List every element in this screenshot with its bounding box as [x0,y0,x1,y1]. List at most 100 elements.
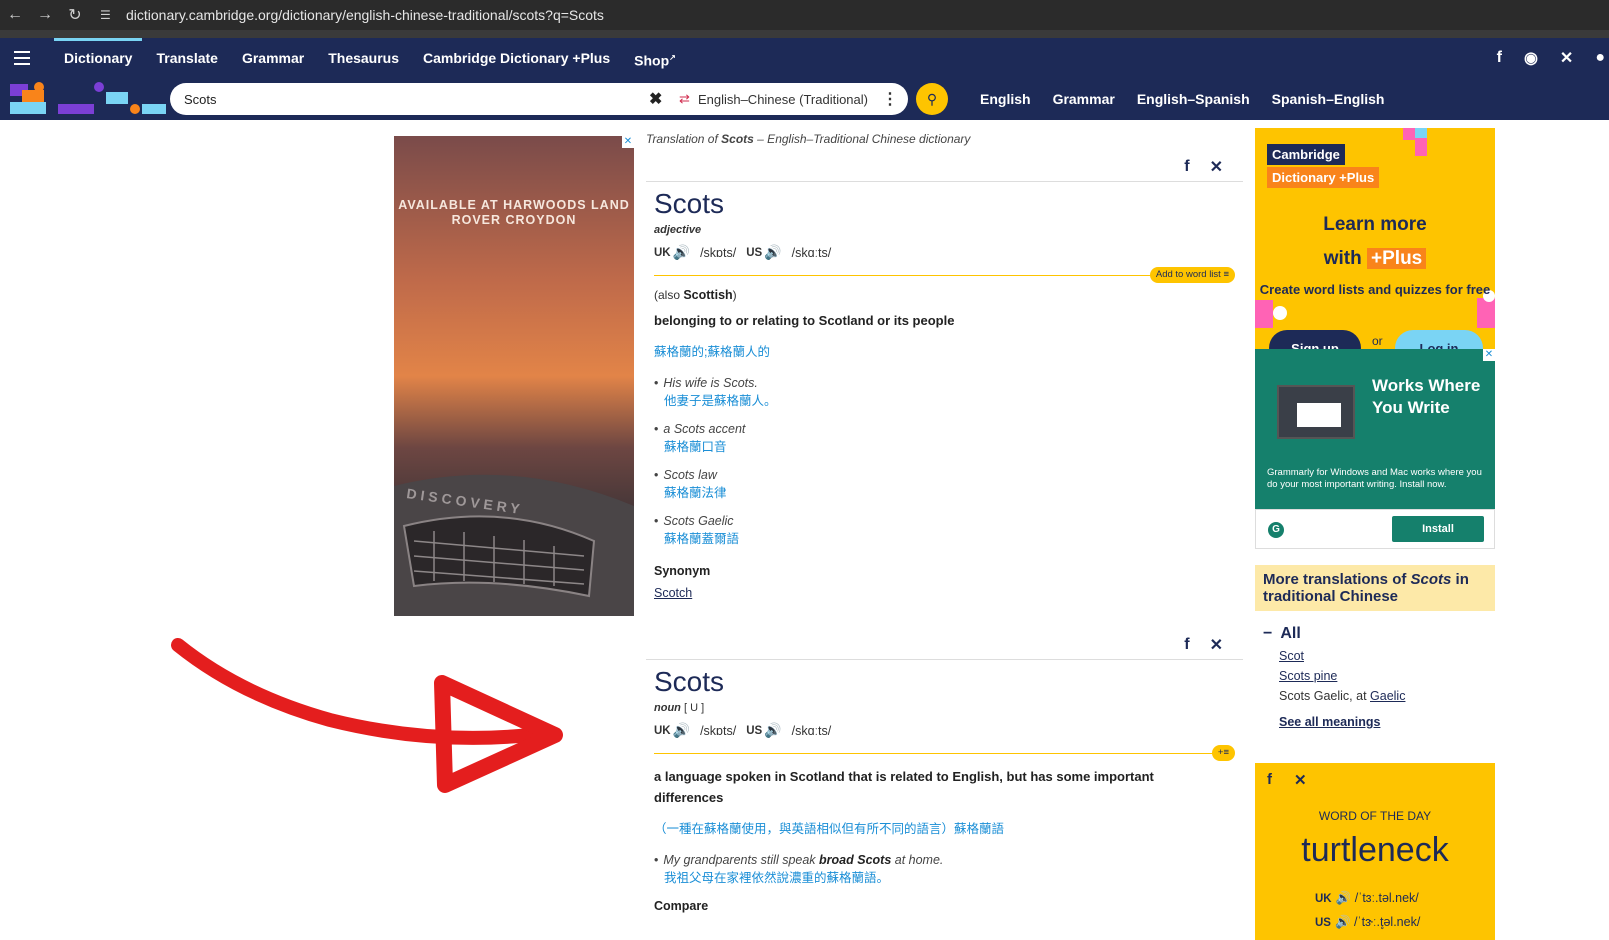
x-share-icon[interactable]: ✕ [1210,635,1223,655]
url-text[interactable]: dictionary.cambridge.org/dictionary/engl… [126,7,604,23]
grammarly-advertisement[interactable]: ✕ Works Where You Write Grammarly for Wi… [1255,349,1495,509]
also-word: Scottish [683,288,733,302]
uk-ipa: /skɒts/ [700,723,737,738]
uk-label: UK [654,724,671,737]
language-swap-icon: ⇄ [679,91,690,106]
definition: a language spoken in Scotland that is re… [654,769,1154,805]
x-share-icon[interactable]: ✕ [1210,157,1223,177]
quick-link-english-spanish[interactable]: English–Spanish [1137,91,1250,107]
quick-link-spanish-english[interactable]: Spanish–English [1272,91,1385,107]
nav-dictionary-plus[interactable]: Cambridge Dictionary +Plus [411,38,622,78]
more-options-icon[interactable]: ⋮ [882,89,898,109]
plus-title-with: with [1323,248,1368,269]
reload-icon[interactable]: ↻ [60,5,90,25]
address-bar[interactable]: ☰ dictionary.cambridge.org/dictionary/en… [100,7,604,23]
share-row: f ✕ [646,630,1243,660]
translation-link[interactable]: Scots pine [1279,669,1337,683]
headword: Scots [654,188,725,219]
caption-suffix: – English–Traditional Chinese dictionary [753,132,971,146]
translation-link[interactable]: Scot [1279,649,1304,663]
plus-title: Learn more with +Plus [1255,208,1495,276]
search-input[interactable] [184,91,650,107]
more-translations-panel: More translations of Scots in traditiona… [1255,565,1495,729]
wotd-us-pron: US 🔊 /ˈtɝː.t̥əl.nek/ [1315,915,1420,930]
hamburger-menu-icon[interactable] [0,38,44,78]
uk-ipa: /skɒts/ [700,245,737,260]
add-to-word-list-button[interactable]: +≡ [1211,745,1235,761]
uk-label: UK [654,246,671,259]
clear-search-icon[interactable]: ✖ [649,89,673,109]
compare-heading: Compare [654,899,709,913]
add-to-word-list-button[interactable]: Add to word list ≡ [1149,267,1235,283]
see-all-meanings-link[interactable]: See all meanings [1279,715,1495,729]
x-icon[interactable]: ✕ [1560,48,1573,68]
facebook-share-icon[interactable]: f [1267,771,1272,789]
nav-thesaurus[interactable]: Thesaurus [316,38,411,78]
quick-link-english[interactable]: English [980,91,1031,107]
plus-title-line2: with +Plus [1255,242,1495,276]
install-button[interactable]: Install [1392,516,1484,542]
example: Scots law 蘇格蘭法律 [654,466,1243,502]
uk-audio-icon[interactable]: 🔊 [1336,891,1352,905]
search-button[interactable]: ⚲ [916,83,948,115]
browser-toolbar: ← → ↻ ☰ dictionary.cambridge.org/diction… [0,0,1609,30]
collapse-icon: − [1263,625,1273,642]
instagram-icon[interactable]: ◉ [1524,48,1538,68]
us-ipa: /skɑːts/ [791,723,832,738]
uk-audio-icon[interactable]: 🔊 [673,722,690,739]
us-audio-icon[interactable]: 🔊 [764,722,781,739]
nav-grammar[interactable]: Grammar [230,38,316,78]
land-rover-advertisement[interactable]: ✕ AVAILABLE AT HARWOODS LAND ROVER CROYD… [394,136,634,616]
synonym-link[interactable]: Scotch [654,586,1243,600]
example-text: Scots Gaelic [654,514,734,528]
ad-close-icon[interactable]: ✕ [622,136,634,148]
example-translation: 蘇格蘭蓋爾語 [664,532,740,546]
part-of-speech: noun [ U ] [654,702,1243,714]
facebook-icon[interactable]: f [1497,49,1502,67]
x-share-icon[interactable]: ✕ [1294,771,1307,789]
pos-label: noun [654,702,681,714]
external-link-icon: ↗ [669,53,676,62]
uk-ipa: /ˈtɜː.təl.nek/ [1354,891,1419,905]
list-item: Scots Gaelic, at Gaelic [1279,689,1495,703]
example: My grandparents still speak broad Scots … [654,851,1243,887]
forward-icon[interactable]: → [30,6,60,24]
page-strip [0,30,1609,38]
example: a Scots accent 蘇格蘭口音 [654,420,1243,456]
quick-link-grammar[interactable]: Grammar [1053,91,1115,107]
site-settings-icon[interactable]: ☰ [100,8,118,22]
uk-audio-icon[interactable]: 🔊 [673,244,690,261]
dictionary-selector[interactable]: English–Chinese (Traditional) [698,92,868,107]
examples-list: His wife is Scots. 他妻子是蘇格蘭人。 a Scots acce… [654,374,1243,548]
share-row: f ✕ [646,152,1243,182]
nav-dictionary[interactable]: Dictionary [52,38,144,78]
list-item: Scot [1279,649,1495,663]
wotd-uk-pron: UK 🔊 /ˈtɜː.təl.nek/ [1315,891,1419,906]
user-icon[interactable]: ● [1595,49,1605,67]
gaelic-pre: Scots Gaelic, at [1279,689,1371,703]
caption-word: Scots [721,132,754,146]
grammarly-subtitle: Grammarly for Windows and Mac works wher… [1267,467,1482,490]
us-audio-icon[interactable]: 🔊 [1335,915,1351,929]
cambridge-logo[interactable] [0,78,170,120]
nav-shop-label: Shop [634,52,670,69]
nav-translate[interactable]: Translate [144,38,229,78]
or-text: or [1372,334,1383,348]
plus-subtitle: Create word lists and quizzes for free [1259,282,1491,297]
us-audio-icon[interactable]: 🔊 [764,244,781,261]
all-label: All [1280,625,1301,642]
search-box: ✖ ⇄ English–Chinese (Traditional) ⋮ [170,83,908,115]
gaelic-link[interactable]: Gaelic [1370,689,1405,703]
part-of-speech: adjective [654,224,1243,236]
pos-label: adjective [654,224,702,236]
heading-word: Scots [1410,571,1452,588]
facebook-share-icon[interactable]: f [1184,158,1189,176]
also-suffix: ) [732,288,737,302]
wotd-word[interactable]: turtleneck [1255,831,1495,870]
back-icon[interactable]: ← [0,6,30,24]
dictionary-entry: Translation of Scots – English–Tradition… [646,132,1243,913]
nav-shop[interactable]: Shop↗ [622,38,688,78]
ad-close-icon[interactable]: ✕ [1483,349,1495,361]
all-toggle[interactable]: − All [1263,625,1495,643]
facebook-share-icon[interactable]: f [1184,636,1189,654]
